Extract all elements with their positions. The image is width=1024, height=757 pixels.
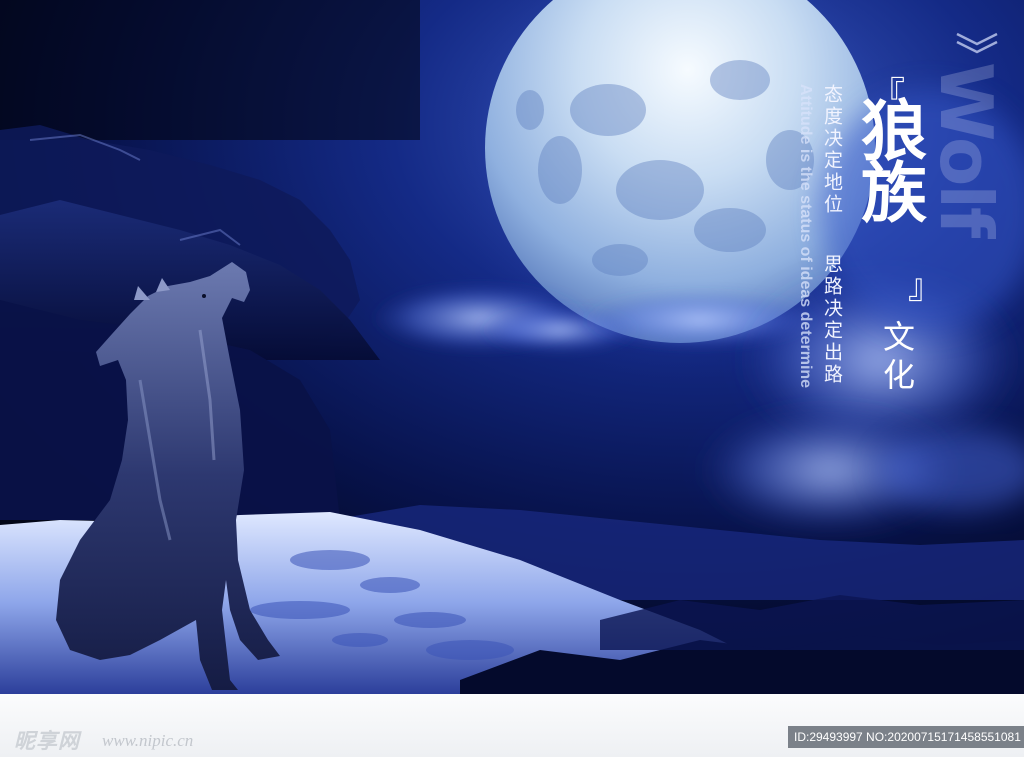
site-logo: 昵享网 — [14, 728, 80, 753]
motto-english: Attitude is the status of ideas determin… — [797, 84, 814, 389]
title-bracket-close: 』 — [908, 267, 942, 307]
image-id-badge: ID:29493997 NO:20200715171458551081 — [788, 726, 1024, 748]
motto-chinese-line-2: 思路决定出路 — [821, 254, 843, 386]
poster: Wolf Attitude is the status of ideas det… — [0, 0, 1024, 757]
title-subtitle: 文化 — [878, 320, 916, 396]
motto-chinese-line-1: 态度决定地位 — [821, 84, 843, 216]
site-url: www.nipic.cn — [102, 731, 194, 750]
double-chevron-down-icon — [956, 32, 998, 54]
calligraphy-title: 狼族 — [850, 96, 928, 220]
watermark-word: Wolf — [924, 62, 1008, 237]
